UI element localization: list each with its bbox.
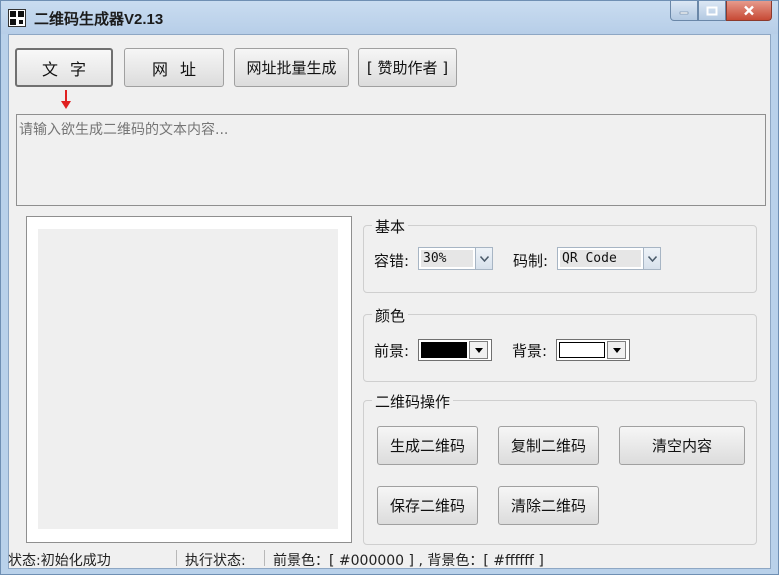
operations-group-title: 二维码操作 [372, 391, 454, 412]
background-swatch [559, 342, 605, 358]
qr-operations-group: 二维码操作 生成二维码 复制二维码 清空内容 保存二维码 清除二维码 [363, 391, 757, 545]
foreground-color-select[interactable] [418, 339, 492, 361]
color-status-text: 前景色：[ #000000 ] , 背景色：[ #ffffff ] [273, 553, 544, 569]
close-icon [744, 5, 754, 16]
text-mode-button[interactable]: 文字 [15, 48, 113, 87]
maximize-icon [706, 6, 718, 15]
maximize-button[interactable] [698, 1, 726, 21]
background-color-select[interactable] [556, 339, 630, 361]
window-controls [670, 1, 772, 21]
exec-status-text: 执行状态: [185, 553, 246, 569]
url-mode-button[interactable]: 网址 [124, 48, 224, 87]
code-type-select[interactable]: QR Code [557, 247, 661, 270]
code-type-value: QR Code [560, 250, 641, 267]
error-correction-select[interactable]: 30% [418, 247, 493, 270]
error-correction-value: 30% [421, 250, 473, 267]
down-arrow-icon [61, 90, 71, 109]
foreground-label: 前景: [374, 342, 410, 360]
background-label: 背景: [512, 342, 548, 360]
status-text: 状态:初始化成功 [8, 553, 111, 569]
status-divider [264, 550, 265, 566]
triangle-down-icon[interactable] [469, 341, 488, 359]
generate-qr-button[interactable]: 生成二维码 [377, 426, 478, 465]
batch-url-button[interactable]: 网址批量生成 [234, 48, 349, 87]
qr-app-icon [8, 9, 26, 27]
copy-qr-button[interactable]: 复制二维码 [498, 426, 599, 465]
basic-group: 基本 容错: 30% 码制: QR Code [363, 216, 757, 293]
status-divider [176, 550, 177, 566]
color-group-title: 颜色 [372, 305, 409, 326]
title-bar[interactable]: 二维码生成器V2.13 [1, 1, 778, 34]
triangle-down-icon[interactable] [607, 341, 626, 359]
chevron-down-icon[interactable] [643, 248, 660, 269]
color-group: 颜色 前景: 背景: [363, 305, 757, 382]
donate-button[interactable]: [ 赞助作者 ] [358, 48, 457, 87]
clear-content-button[interactable]: 清空内容 [619, 426, 745, 465]
error-correction-label: 容错: [374, 252, 410, 270]
content-input[interactable] [16, 114, 766, 206]
qr-preview-canvas [38, 229, 338, 529]
save-qr-button[interactable]: 保存二维码 [377, 486, 478, 525]
minimize-button[interactable] [670, 1, 698, 21]
app-window: 二维码生成器V2.13 文字 网址 网址批量生成 [ 赞助作者 ] 基本 [0, 0, 779, 575]
code-type-label: 码制: [513, 252, 549, 270]
status-bar: 状态:初始化成功 执行状态: 前景色：[ #000000 ] , 背景色：[ #… [8, 547, 772, 569]
chevron-down-icon[interactable] [475, 248, 492, 269]
foreground-swatch [421, 342, 467, 358]
basic-group-title: 基本 [372, 216, 409, 237]
minimize-icon [679, 11, 689, 14]
clear-qr-button[interactable]: 清除二维码 [498, 486, 599, 525]
window-title: 二维码生成器V2.13 [34, 11, 164, 28]
main-panel: 文字 网址 网址批量生成 [ 赞助作者 ] 基本 容错: 30% 码制: QR … [8, 34, 771, 569]
qr-preview-box [26, 216, 352, 543]
close-button[interactable] [726, 1, 772, 21]
